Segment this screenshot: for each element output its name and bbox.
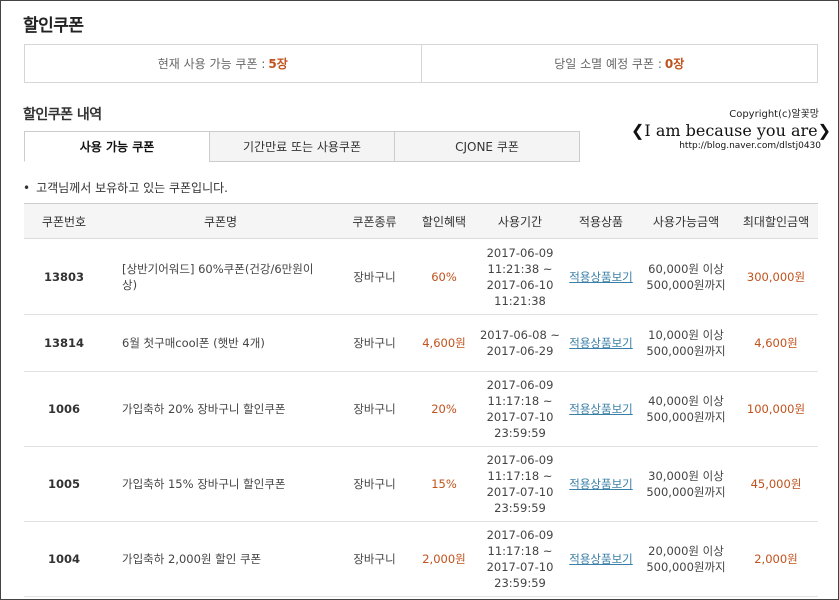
usable-amount: 20,000원 이상 500,000원까지 xyxy=(638,521,734,597)
coupon-no: 13803 xyxy=(24,238,104,315)
table-row: 1006 가입축하 20% 장바구니 할인쿠폰 장바구니 20% 2017-06… xyxy=(24,371,818,447)
applicable-products-cell: 적용상품보기 xyxy=(564,371,638,447)
header-usage-period: 사용기간 xyxy=(476,203,564,239)
header-max-discount: 최대할인금액 xyxy=(734,203,818,239)
page-title: 할인쿠폰 xyxy=(23,16,84,36)
max-discount: 100,000원 xyxy=(734,371,818,447)
section-title: 할인쿠폰 내역 xyxy=(23,107,102,123)
header-coupon-name: 쿠폰명 xyxy=(104,203,337,239)
view-products-link[interactable]: 적용상품보기 xyxy=(569,270,632,284)
expiring-coupons-summary: 당일 소멸 예정 쿠폰 : 0장 xyxy=(420,45,818,82)
available-coupons-label: 현재 사용 가능 쿠폰 : xyxy=(157,57,266,71)
coupon-name: [상반기어워드] 60%쿠폰(건강/6만원이상) xyxy=(104,238,337,315)
applicable-products-cell: 적용상품보기 xyxy=(564,521,638,597)
coupon-note: • 고객님께서 보유하고 있는 쿠폰입니다. xyxy=(23,179,228,196)
applicable-products-cell: 적용상품보기 xyxy=(564,314,638,372)
applicable-products-cell: 적용상품보기 xyxy=(564,446,638,522)
max-discount: 300,000원 xyxy=(734,238,818,315)
watermark-text: ❮I am because you are❯ xyxy=(631,121,832,140)
coupon-name: 가입축하 20% 장바구니 할인쿠폰 xyxy=(104,371,337,447)
view-products-link[interactable]: 적용상품보기 xyxy=(569,477,632,491)
applicable-products-cell: 적용상품보기 xyxy=(564,238,638,315)
coupon-no: 1005 xyxy=(24,446,104,522)
discount-benefit: 15% xyxy=(412,446,476,522)
tab-expired-or-used-coupons[interactable]: 기간만료 또는 사용쿠폰 xyxy=(209,131,395,162)
table-row: 1005 가입축하 15% 장바구니 할인쿠폰 장바구니 15% 2017-06… xyxy=(24,446,818,522)
expiring-coupons-count: 0장 xyxy=(664,57,685,71)
discount-benefit: 4,600원 xyxy=(412,314,476,372)
note-text: 고객님께서 보유하고 있는 쿠폰입니다. xyxy=(36,181,228,195)
max-discount: 2,000원 xyxy=(734,521,818,597)
note-bullet: • xyxy=(23,181,31,195)
coupon-type: 장바구니 xyxy=(337,314,412,372)
table-row: 13814 6월 첫구매cool폰 (햇반 4개) 장바구니 4,600원 20… xyxy=(24,314,818,372)
max-discount: 45,000원 xyxy=(734,446,818,522)
table-row: 13803 [상반기어워드] 60%쿠폰(건강/6만원이상) 장바구니 60% … xyxy=(24,238,818,315)
usage-period: 2017-06-09 11:17:18 ~2017-07-10 23:59:59 xyxy=(476,371,564,447)
coupon-summary-box: 현재 사용 가능 쿠폰 : 5장 당일 소멸 예정 쿠폰 : 0장 xyxy=(24,44,818,83)
watermark-copyright: Copyright(c)알꽃망 xyxy=(729,109,819,120)
watermark-url: http://blog.naver.com/dlstj0430 xyxy=(679,141,821,151)
coupon-name: 6월 첫구매cool폰 (햇반 4개) xyxy=(104,314,337,372)
usage-period: 2017-06-09 11:17:18 ~2017-07-10 23:59:59 xyxy=(476,521,564,597)
table-header-row: 쿠폰번호 쿠폰명 쿠폰종류 할인혜택 사용기간 적용상품 사용가능금액 최대할인… xyxy=(24,203,818,239)
coupon-no: 13814 xyxy=(24,314,104,372)
coupon-type: 장바구니 xyxy=(337,446,412,522)
max-discount: 4,600원 xyxy=(734,314,818,372)
header-applicable-products: 적용상품 xyxy=(564,203,638,239)
view-products-link[interactable]: 적용상품보기 xyxy=(569,336,632,350)
discount-benefit: 2,000원 xyxy=(412,521,476,597)
table-row: 1004 가입축하 2,000원 할인 쿠폰 장바구니 2,000원 2017-… xyxy=(24,521,818,597)
coupon-tabs: 사용 가능 쿠폰 기간만료 또는 사용쿠폰 CJONE 쿠폰 xyxy=(24,131,580,162)
blog-watermark: Copyright(c)알꽃망 ❮I am because you are❯ h… xyxy=(631,105,831,151)
available-coupons-count: 5장 xyxy=(268,57,288,71)
coupon-no: 1004 xyxy=(24,521,104,597)
coupon-name: 가입축하 15% 장바구니 할인쿠폰 xyxy=(104,446,337,522)
discount-benefit: 60% xyxy=(412,238,476,315)
usage-period: 2017-06-08 ~2017-06-29 xyxy=(476,314,564,372)
view-products-link[interactable]: 적용상품보기 xyxy=(569,402,632,416)
coupon-type: 장바구니 xyxy=(337,521,412,597)
usable-amount: 60,000원 이상 500,000원까지 xyxy=(638,238,734,315)
header-coupon-no: 쿠폰번호 xyxy=(24,203,104,239)
header-coupon-type: 쿠폰종류 xyxy=(337,203,412,239)
coupon-no: 1006 xyxy=(24,371,104,447)
coupon-type: 장바구니 xyxy=(337,371,412,447)
coupon-name: 가입축하 2,000원 할인 쿠폰 xyxy=(104,521,337,597)
usage-period: 2017-06-09 11:17:18 ~2017-07-10 23:59:59 xyxy=(476,446,564,522)
header-discount-benefit: 할인혜택 xyxy=(412,203,476,239)
coupon-type: 장바구니 xyxy=(337,238,412,315)
coupon-table: 쿠폰번호 쿠폰명 쿠폰종류 할인혜택 사용기간 적용상품 사용가능금액 최대할인… xyxy=(24,203,818,597)
header-usable-amount: 사용가능금액 xyxy=(638,203,734,239)
view-products-link[interactable]: 적용상품보기 xyxy=(569,552,632,566)
available-coupons-summary: 현재 사용 가능 쿠폰 : 5장 xyxy=(25,45,421,82)
usable-amount: 40,000원 이상 500,000원까지 xyxy=(638,371,734,447)
usable-amount: 30,000원 이상 500,000원까지 xyxy=(638,446,734,522)
tab-cjone-coupons[interactable]: CJONE 쿠폰 xyxy=(394,131,580,162)
usable-amount: 10,000원 이상 500,000원까지 xyxy=(638,314,734,372)
expiring-coupons-label: 당일 소멸 예정 쿠폰 : xyxy=(554,57,662,71)
tab-available-coupons[interactable]: 사용 가능 쿠폰 xyxy=(24,131,210,162)
discount-benefit: 20% xyxy=(412,371,476,447)
usage-period: 2017-06-09 11:21:38 ~2017-06-10 11:21:38 xyxy=(476,238,564,315)
